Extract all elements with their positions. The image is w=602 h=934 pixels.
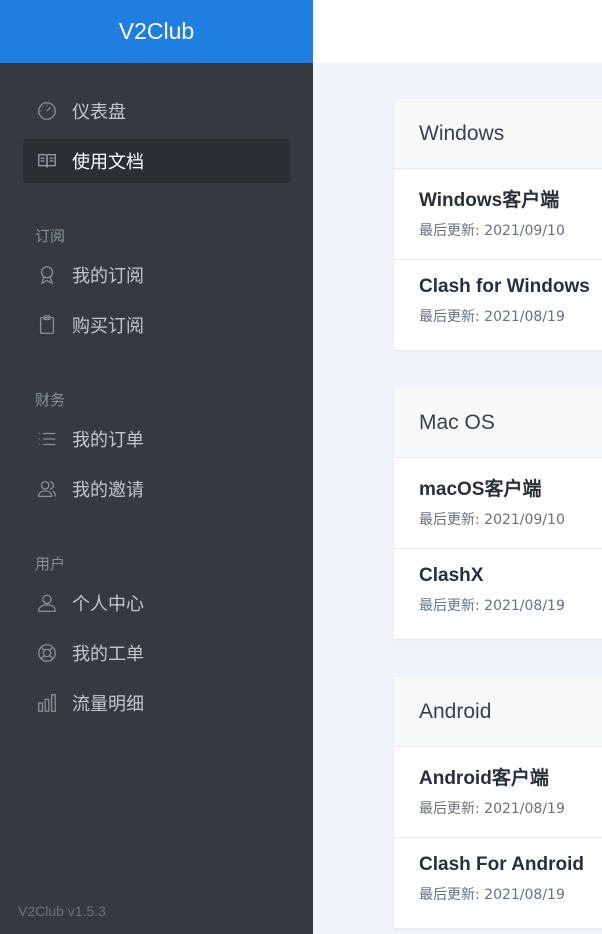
sidebar-item-label: 购买订阅 [72, 316, 144, 337]
doc-item-updated: 最后更新: 2021/08/19 [419, 598, 565, 614]
doc-item[interactable]: Clash For Android 最后更新: 2021/08/19 [394, 837, 602, 928]
doc-item-updated: 最后更新: 2021/09/10 [419, 512, 565, 528]
group-title: Mac OS [394, 388, 602, 457]
doc-item-updated: 最后更新: 2021/08/19 [419, 801, 565, 817]
section-title-subscription: 订阅 [35, 227, 66, 245]
group-title: Android [394, 677, 602, 746]
sidebar-item-my-subscription[interactable]: 我的订阅 [23, 253, 290, 297]
group-title: Windows [394, 99, 602, 168]
doc-item-name: Windows客户端 [419, 190, 560, 211]
list-icon [35, 427, 59, 451]
sidebar-item-my-orders[interactable]: 我的订单 [23, 417, 290, 461]
sidebar-item-label: 使用文档 [72, 152, 144, 173]
sidebar-item-label: 我的工单 [72, 644, 144, 665]
sidebar-item-profile[interactable]: 个人中心 [23, 581, 290, 625]
sidebar-item-tickets[interactable]: 我的工单 [23, 631, 290, 675]
sidebar-item-my-invites[interactable]: 我的邀请 [23, 467, 290, 511]
brand-logo[interactable]: V2Club [0, 0, 313, 63]
support-icon [35, 641, 59, 665]
docs-group-macos: Mac OS macOS客户端 最后更新: 2021/09/10 ClashX … [394, 388, 602, 639]
sidebar-item-buy-subscription[interactable]: 购买订阅 [23, 303, 290, 347]
user-icon [35, 591, 59, 615]
doc-item-updated: 最后更新: 2021/08/19 [419, 309, 565, 325]
section-title-finance: 财务 [35, 391, 66, 409]
docs-group-android: Android Android客户端 最后更新: 2021/08/19 Clas… [394, 677, 602, 928]
sidebar-item-label: 我的订单 [72, 430, 144, 451]
sidebar: V2Club 仪表盘 使用文档 订阅 我的订阅 购买订阅 财务 我的订单 我的邀… [0, 0, 313, 934]
top-header-bar [313, 0, 602, 63]
sidebar-item-label: 流量明细 [72, 694, 144, 715]
doc-item-updated: 最后更新: 2021/09/10 [419, 223, 565, 239]
award-icon [35, 263, 59, 287]
clipboard-icon [35, 313, 59, 337]
doc-item[interactable]: macOS客户端 最后更新: 2021/09/10 [394, 457, 602, 548]
sidebar-item-docs[interactable]: 使用文档 [23, 139, 290, 183]
doc-item-name: Clash for Windows [419, 276, 590, 297]
users-icon [35, 477, 59, 501]
doc-item-name: macOS客户端 [419, 479, 542, 500]
doc-item-updated: 最后更新: 2021/08/19 [419, 887, 565, 903]
book-icon [35, 149, 59, 173]
doc-item-name: Clash For Android [419, 854, 585, 875]
docs-group-windows: Windows Windows客户端 最后更新: 2021/09/10 Clas… [394, 99, 602, 350]
doc-item-name: ClashX [419, 565, 484, 586]
app-version: V2Club v1.5.3 [18, 903, 106, 919]
sidebar-item-traffic[interactable]: 流量明细 [23, 681, 290, 725]
doc-item[interactable]: ClashX 最后更新: 2021/08/19 [394, 548, 602, 639]
sidebar-item-label: 仪表盘 [72, 102, 126, 123]
doc-item[interactable]: Clash for Windows 最后更新: 2021/08/19 [394, 259, 602, 350]
sidebar-item-label: 我的邀请 [72, 480, 144, 501]
sidebar-item-dashboard[interactable]: 仪表盘 [23, 89, 290, 133]
sidebar-item-label: 我的订阅 [72, 266, 144, 287]
dashboard-icon [35, 99, 59, 123]
sidebar-item-label: 个人中心 [72, 594, 144, 615]
doc-item[interactable]: Windows客户端 最后更新: 2021/09/10 [394, 168, 602, 259]
doc-item-name: Android客户端 [419, 768, 549, 789]
section-title-user: 用户 [35, 555, 66, 573]
doc-item[interactable]: Android客户端 最后更新: 2021/08/19 [394, 746, 602, 837]
brand-title: V2Club [118, 18, 195, 44]
bar-chart-icon [35, 691, 59, 715]
